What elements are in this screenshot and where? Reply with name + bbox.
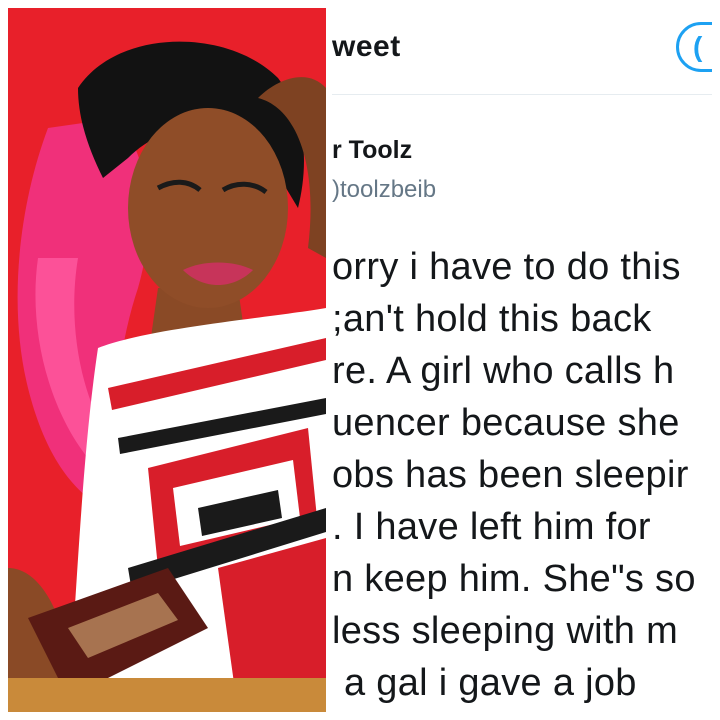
page-title: weet (332, 30, 401, 63)
tweet-text-line: less sleeping with m (332, 610, 679, 652)
tweet-text-line: orry i have to do this (332, 246, 681, 288)
follow-button[interactable]: ( (676, 22, 712, 72)
tweet-text-line: obs has been sleepir (332, 454, 689, 496)
portrait-photo (8, 8, 326, 712)
tweet-screenshot: weet ( r Toolz )toolzbeib orry i have to… (332, 8, 712, 712)
tweet-text-line: re. A girl who calls h (332, 350, 675, 392)
tweet-text-line: n keep him. She"s so (332, 558, 696, 600)
tweet-text-line: uencer because she (332, 402, 680, 444)
portrait-illustration (8, 8, 326, 712)
author-name[interactable]: r Toolz (332, 136, 412, 165)
tweet-text-line: a gal i gave a job (344, 662, 637, 704)
author-handle[interactable]: )toolzbeib (332, 176, 436, 204)
follow-button-label: ( (693, 31, 703, 62)
tweet-header: weet ( (332, 8, 712, 95)
tweet-text-line: . I have left him for (332, 506, 651, 548)
tweet-text-line: ;an't hold this back (332, 298, 652, 340)
